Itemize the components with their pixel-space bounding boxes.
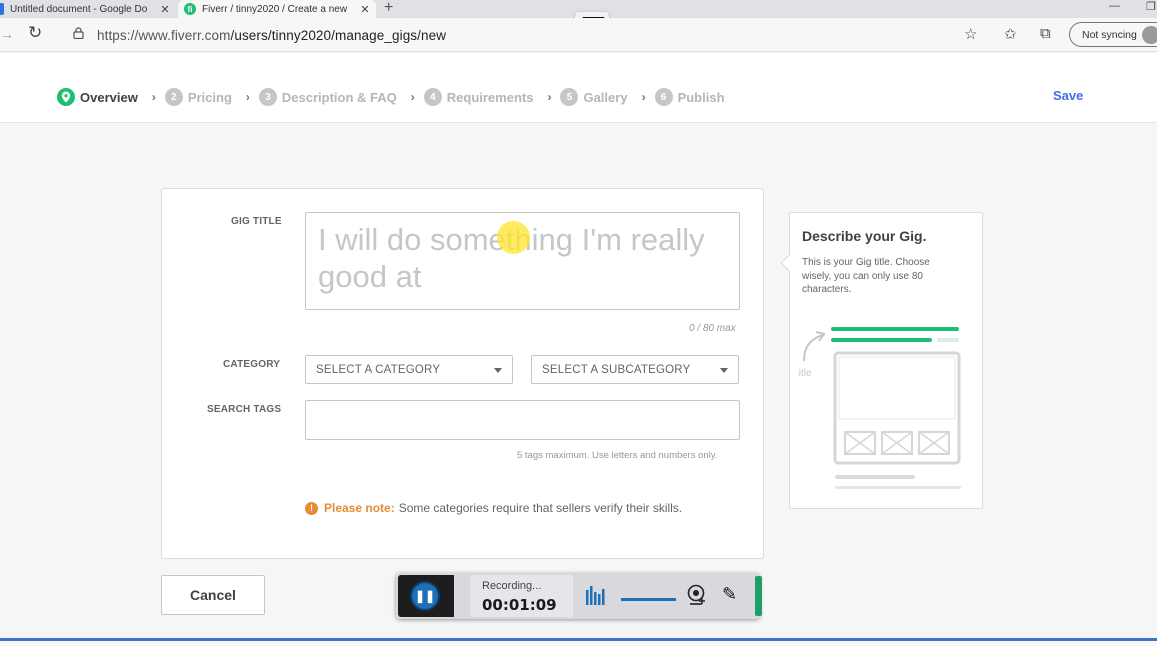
help-text: This is your Gig title. Choose wisely, y… xyxy=(802,257,930,295)
search-tags-label: SEARCH TAGS xyxy=(207,404,282,415)
recording-timer: 00:01:09 xyxy=(482,596,557,614)
tab-google-docs[interactable]: Untitled document - Google Do ✕ xyxy=(0,0,176,18)
reload-icon[interactable]: ↻ xyxy=(28,23,42,43)
sync-label: Not syncing xyxy=(1082,29,1137,41)
tags-hint: 5 tags maximum. Use letters and numbers … xyxy=(517,450,718,461)
cancel-button[interactable]: Cancel xyxy=(161,575,265,615)
info-icon: ! xyxy=(305,501,318,515)
step-overview[interactable]: Overview xyxy=(57,88,138,106)
chevron-right-icon: › xyxy=(641,90,646,104)
chevron-down-icon xyxy=(494,368,502,373)
step-label: Pricing xyxy=(187,89,232,105)
address-bar: → ↻ https://www.fiverr.com/users/tinny20… xyxy=(0,18,1157,52)
profile-sync-button[interactable]: Not syncing xyxy=(1069,22,1157,47)
gig-steps-header: Overview › 2 Pricing › 3 Description & F… xyxy=(0,53,1157,123)
step-gallery[interactable]: 5 Gallery xyxy=(560,88,628,106)
illustration-title-word: title xyxy=(798,368,812,379)
step-label: Requirements xyxy=(446,89,534,105)
chevron-right-icon: › xyxy=(410,90,415,104)
lock-icon[interactable] xyxy=(73,27,84,39)
help-title: Describe your Gig. xyxy=(802,228,927,244)
recorder-handle[interactable] xyxy=(755,576,762,616)
avatar xyxy=(1142,26,1157,44)
new-tab-button[interactable]: + xyxy=(384,0,393,17)
tab-fiverr[interactable]: fi Fiverr / tinny2020 / Create a new ✕ xyxy=(178,0,376,18)
bottom-accent-line xyxy=(0,638,1157,641)
collections-icon[interactable]: ⧉ xyxy=(1040,25,1051,42)
favorites-icon[interactable]: ✩ xyxy=(1004,25,1017,43)
subcategory-select[interactable]: SELECT A SUBCATEGORY xyxy=(531,355,739,384)
gig-title-illustration-icon: title xyxy=(798,327,961,489)
step-number: 6 xyxy=(654,88,673,106)
search-tags-input[interactable] xyxy=(305,400,740,440)
google-docs-favicon-icon xyxy=(0,3,4,15)
url-host: https://www.fiverr.com xyxy=(97,28,231,43)
step-label: Description & FAQ xyxy=(281,89,397,105)
category-select-value: SELECT A CATEGORY xyxy=(316,364,441,376)
char-counter: 0 / 80 max xyxy=(689,323,736,334)
gig-title-label: GIG TITLE xyxy=(231,216,282,227)
chevron-right-icon: › xyxy=(547,90,552,104)
step-number: 5 xyxy=(560,88,579,106)
audio-level-icon[interactable] xyxy=(586,586,606,605)
screen-recorder-toolbar: ❚❚ Recording... 00:01:09 ✎ xyxy=(396,573,762,619)
category-select[interactable]: SELECT A CATEGORY xyxy=(305,355,513,384)
save-button[interactable]: Save xyxy=(1053,88,1083,103)
recording-label: Recording... xyxy=(482,580,542,592)
recording-status: Recording... 00:01:09 xyxy=(470,575,573,617)
location-pin-icon xyxy=(57,88,75,106)
url-path: /users/tinny2020/manage_gigs/new xyxy=(230,28,447,43)
url-field[interactable]: https://www.fiverr.com/users/tinny2020/m… xyxy=(97,28,446,43)
step-label: Publish xyxy=(677,89,725,105)
step-number: 3 xyxy=(258,88,277,106)
tab-title: Fiverr / tinny2020 / Create a new xyxy=(202,3,348,15)
step-label: Overview xyxy=(80,89,138,105)
note-text: Some categories require that sellers ver… xyxy=(398,501,683,515)
step-number: 2 xyxy=(164,88,183,106)
close-tab-icon[interactable]: ✕ xyxy=(358,3,372,16)
step-pricing[interactable]: 2 Pricing xyxy=(164,88,232,106)
close-tab-icon[interactable]: ✕ xyxy=(158,3,172,16)
add-favorite-icon[interactable]: ☆ xyxy=(964,25,977,43)
step-label: Gallery xyxy=(583,89,628,105)
step-description-faq[interactable]: 3 Description & FAQ xyxy=(258,88,397,106)
category-label: CATEGORY xyxy=(223,359,281,370)
help-panel: Describe your Gig. This is your Gig titl… xyxy=(780,212,983,509)
please-note: ! Please note: Some categories require t… xyxy=(305,501,682,515)
steps-breadcrumb: Overview › 2 Pricing › 3 Description & F… xyxy=(57,88,725,106)
step-number: 4 xyxy=(423,88,442,106)
webcam-icon[interactable] xyxy=(685,584,707,606)
chevron-down-icon xyxy=(720,368,728,373)
pause-icon[interactable]: ❚❚ xyxy=(410,581,440,611)
tab-title: Untitled document - Google Do xyxy=(10,3,148,15)
step-requirements[interactable]: 4 Requirements xyxy=(423,88,534,106)
subcategory-select-value: SELECT A SUBCATEGORY xyxy=(542,364,691,376)
minimize-icon[interactable]: — xyxy=(1109,0,1120,12)
help-pointer xyxy=(780,254,798,272)
fiverr-favicon-icon: fi xyxy=(184,3,196,15)
note-title: Please note: xyxy=(324,501,395,515)
back-arrow-icon[interactable]: → xyxy=(0,26,14,42)
cursor-highlight xyxy=(497,221,530,254)
step-publish[interactable]: 6 Publish xyxy=(654,88,725,106)
pen-icon[interactable]: ✎ xyxy=(722,584,737,605)
volume-slider[interactable] xyxy=(621,598,676,601)
gig-overview-form: GIG TITLE I will do something I'm really… xyxy=(161,188,764,559)
chevron-right-icon: › xyxy=(245,90,250,104)
restore-window-icon[interactable]: ❐ xyxy=(1146,0,1156,13)
chevron-right-icon: › xyxy=(151,90,156,104)
